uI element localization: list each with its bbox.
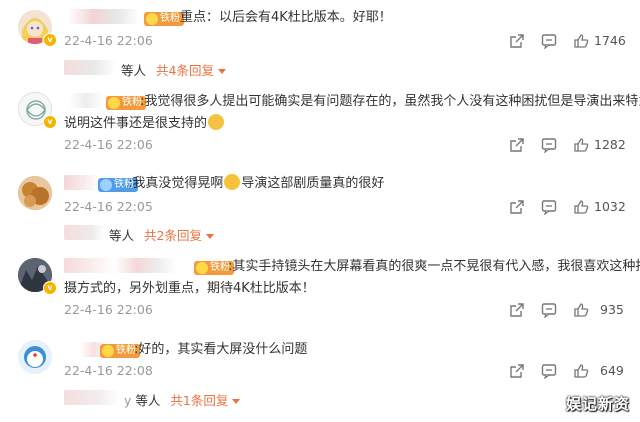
comment-icon bbox=[541, 200, 557, 215]
fan-badge-icon bbox=[102, 345, 114, 357]
chevron-down-icon bbox=[217, 69, 226, 74]
like-count: 1032 bbox=[594, 199, 626, 214]
thumbs-up-emoji-icon bbox=[208, 114, 225, 130]
comment-icon bbox=[541, 34, 557, 49]
comment-date: 22-4-16 22:08 bbox=[64, 363, 153, 378]
comment-text-part: :我真没觉得晃啊 bbox=[128, 176, 224, 191]
reply-users: 等人 bbox=[135, 393, 161, 408]
reply-button[interactable] bbox=[541, 137, 557, 153]
comment-item: 铁粉 :我真没觉得晃啊 导演这部剧质量真的很好 22-4-16 22:05 103… bbox=[0, 168, 640, 248]
reply-users: 等人 bbox=[121, 63, 147, 78]
watermark: 娱记新资 bbox=[565, 395, 630, 413]
comment-date: 22-4-16 22:05 bbox=[64, 199, 153, 214]
reply-count-link[interactable]: 共1条回复 bbox=[170, 393, 228, 408]
username-redacted[interactable] bbox=[68, 9, 140, 24]
reply-users-prefix: y bbox=[124, 393, 132, 408]
reply-summary[interactable]: 等人 共4条回复 bbox=[121, 60, 226, 79]
reply-count-link[interactable]: 共2条回复 bbox=[144, 228, 202, 243]
comment-date: 22-4-16 22:06 bbox=[64, 137, 153, 152]
reply-count-link[interactable]: 共4条回复 bbox=[156, 63, 214, 78]
comment-item: v 铁粉 :我觉得很多人提出可能确实是有问题存在的，虽然我个人没有这种困扰但是导… bbox=[0, 86, 640, 161]
reply-summary[interactable]: y 等人 共1条回复 bbox=[124, 390, 241, 409]
comment-text: :我觉得很多人提出可能确实是有问题存在的，虽然我个人没有这种困扰但是导演出来特意 bbox=[140, 91, 640, 113]
comment-date: 22-4-16 22:06 bbox=[64, 302, 153, 317]
laughing-emoji-icon bbox=[224, 174, 241, 190]
share-button[interactable] bbox=[509, 33, 525, 49]
username-redacted[interactable] bbox=[64, 175, 98, 190]
like-count: 1282 bbox=[594, 137, 626, 152]
reply-button[interactable] bbox=[541, 302, 557, 318]
reply-summary[interactable]: 等人 共2条回复 bbox=[109, 225, 214, 244]
fan-badge-icon bbox=[196, 262, 208, 274]
share-icon bbox=[510, 138, 524, 152]
like-button[interactable] bbox=[573, 302, 589, 318]
comment-text-line: :其实手持镜头在大屏幕看真的很爽一点不晃很有代入感，我很喜欢这种拍 bbox=[228, 259, 640, 274]
avatar[interactable] bbox=[18, 176, 52, 210]
comment-text-line: 说明这件事还是很支持的 bbox=[64, 116, 208, 131]
comment-text: 重点：以后会有4K杜比版本。好耶！ bbox=[180, 10, 392, 25]
like-icon bbox=[574, 303, 589, 317]
comment-text-continued: 摄方式的，另外划重点，期待4K杜比版本！ bbox=[64, 278, 315, 300]
comment-text-continued: 说明这件事还是很支持的 bbox=[64, 113, 225, 135]
like-icon bbox=[574, 364, 589, 378]
share-button[interactable] bbox=[509, 199, 525, 215]
verified-badge-icon: v bbox=[43, 281, 57, 295]
reply-username-redacted bbox=[64, 60, 116, 75]
verified-badge-icon: v bbox=[43, 115, 57, 129]
comment-icon bbox=[541, 303, 557, 318]
like-button[interactable] bbox=[573, 363, 589, 379]
avatar-image bbox=[18, 340, 52, 374]
comment-text-line: 摄方式的，另外划重点，期待4K杜比版本！ bbox=[64, 281, 315, 296]
reply-button[interactable] bbox=[541, 199, 557, 215]
username-redacted[interactable] bbox=[64, 258, 176, 273]
fan-badge-icon bbox=[108, 97, 120, 109]
fan-badge-label: 铁粉 bbox=[210, 262, 230, 273]
comment-icon bbox=[541, 138, 557, 153]
share-icon bbox=[510, 303, 524, 317]
comment-item: v 铁粉 :其实手持镜头在大屏幕看真的很爽一点不晃很有代入感，我很喜欢这种拍 摄… bbox=[0, 252, 640, 330]
reply-button[interactable] bbox=[541, 363, 557, 379]
fan-badge-icon bbox=[146, 13, 158, 25]
fan-badge-label: 铁粉 bbox=[160, 13, 180, 24]
verified-badge-icon: v bbox=[43, 33, 57, 47]
like-count: 935 bbox=[600, 302, 624, 317]
comment-text: :我真没觉得晃啊 导演这部剧质量真的很好 bbox=[128, 173, 384, 195]
share-icon bbox=[510, 34, 524, 48]
comment-item: 铁粉 :好的，其实看大屏没什么问题 22-4-16 22:08 649 y 等人… bbox=[0, 336, 640, 422]
comment-icon bbox=[541, 364, 557, 379]
fan-badge-label: 铁粉 bbox=[116, 345, 136, 356]
comment-date: 22-4-16 22:06 bbox=[64, 33, 153, 48]
chevron-down-icon bbox=[205, 234, 214, 239]
comment-text-part: 导演这部剧质量真的很好 bbox=[241, 176, 385, 191]
comment-text: :好的，其实看大屏没什么问题 bbox=[134, 342, 308, 357]
chevron-down-icon bbox=[232, 399, 241, 404]
fan-badge-icon bbox=[100, 179, 112, 191]
reply-username-redacted bbox=[64, 390, 120, 405]
share-button[interactable] bbox=[509, 137, 525, 153]
fan-badge: 铁粉 bbox=[144, 12, 184, 26]
reply-button[interactable] bbox=[541, 33, 557, 49]
like-icon bbox=[574, 34, 589, 48]
like-button[interactable] bbox=[573, 199, 589, 215]
like-button[interactable] bbox=[573, 137, 589, 153]
like-count: 649 bbox=[600, 363, 624, 378]
reply-users: 等人 bbox=[109, 228, 135, 243]
share-icon bbox=[510, 364, 524, 378]
avatar-image bbox=[18, 176, 52, 210]
share-button[interactable] bbox=[509, 302, 525, 318]
fan-badge-label: 铁粉 bbox=[122, 97, 142, 108]
username-redacted[interactable] bbox=[68, 93, 104, 108]
comment-item: v 铁粉 重点：以后会有4K杜比版本。好耶！ 22-4-16 22:06 174… bbox=[0, 0, 640, 82]
comment-text: :其实手持镜头在大屏幕看真的很爽一点不晃很有代入感，我很喜欢这种拍 bbox=[228, 256, 640, 278]
reply-username-redacted bbox=[64, 225, 104, 240]
like-icon bbox=[574, 200, 589, 214]
avatar[interactable] bbox=[18, 340, 52, 374]
share-button[interactable] bbox=[509, 363, 525, 379]
like-count: 1746 bbox=[594, 33, 626, 48]
comment-text-line: :我觉得很多人提出可能确实是有问题存在的，虽然我个人没有这种困扰但是导演出来特意 bbox=[140, 94, 640, 109]
like-icon bbox=[574, 138, 589, 152]
like-button[interactable] bbox=[573, 33, 589, 49]
share-icon bbox=[510, 200, 524, 214]
